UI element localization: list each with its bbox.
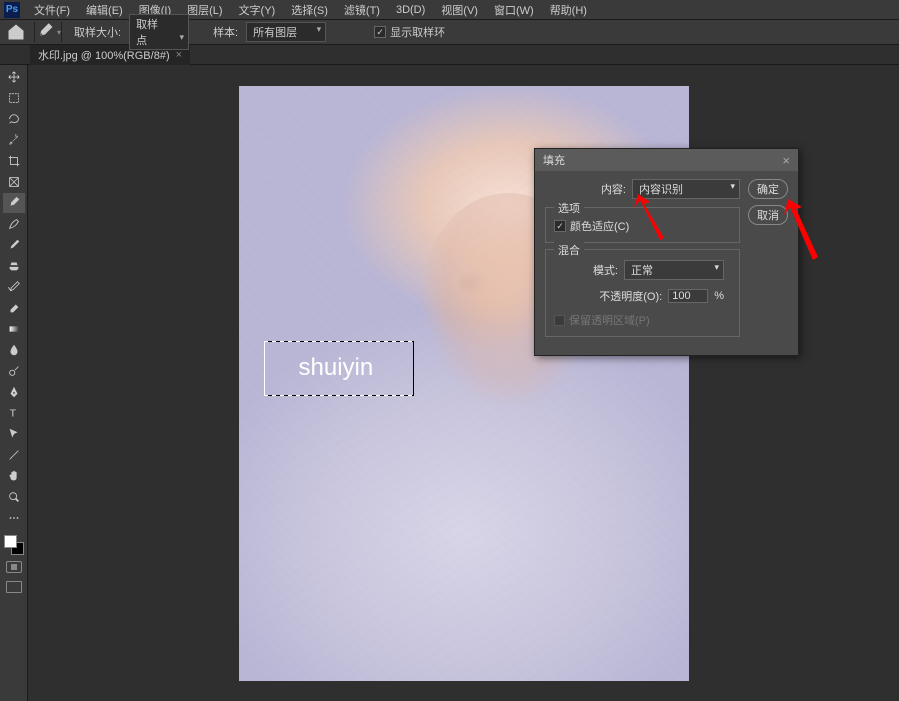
rect-marquee-tool[interactable] [3,88,25,108]
annotation-arrow-ok [778,195,828,265]
eyedropper-tool[interactable] [3,193,25,213]
menu-help[interactable]: 帮助(H) [542,2,595,18]
history-brush-tool[interactable] [3,277,25,297]
opacity-input[interactable] [668,289,708,303]
menu-view[interactable]: 视图(V) [433,2,486,18]
close-tab-icon[interactable]: × [176,49,182,61]
line-tool[interactable] [3,445,25,465]
frame-tool[interactable] [3,172,25,192]
dialog-close-icon[interactable]: × [782,153,790,168]
options-title: 选项 [554,200,584,216]
menu-edit[interactable]: 编辑(E) [78,2,131,18]
blur-tool[interactable] [3,340,25,360]
preserve-trans-checkbox [554,315,565,326]
eyedropper-tool-icon[interactable]: ▾ [34,22,62,42]
pen-tool[interactable] [3,382,25,402]
menu-type[interactable]: 文字(Y) [231,2,284,18]
menu-select[interactable]: 选择(S) [283,2,336,18]
annotation-arrow-dropdown [620,190,670,245]
clone-stamp-tool[interactable] [3,256,25,276]
color-swatch[interactable] [3,535,25,555]
menu-filter[interactable]: 滤镜(T) [336,2,388,18]
mode-dropdown[interactable]: 正常 [624,260,724,280]
screen-mode-icon[interactable] [6,581,22,593]
options-bar: ▾ 取样大小: 取样点 样本: 所有图层 显示取样环 [0,20,899,45]
dialog-titlebar[interactable]: 填充 × [535,149,798,171]
type-tool[interactable]: T [3,403,25,423]
color-adapt-checkbox[interactable] [554,220,566,232]
fill-dialog: 填充 × 确定 取消 内容: 内容识别 选项 颜色适应(C) 混合 模式: 正常 [534,148,799,356]
crop-tool[interactable] [3,151,25,171]
zoom-tool[interactable] [3,487,25,507]
foreground-color-swatch[interactable] [4,535,17,548]
quick-mask-icon[interactable] [6,561,22,573]
menu-window[interactable]: 窗口(W) [486,2,542,18]
healing-brush-tool[interactable] [3,214,25,234]
preserve-trans-label: 保留透明区域(P) [569,312,650,328]
lasso-tool[interactable] [3,109,25,129]
home-icon[interactable] [6,22,26,42]
gradient-tool[interactable] [3,319,25,339]
brush-tool[interactable] [3,235,25,255]
svg-text:T: T [9,408,16,420]
hand-tool[interactable] [3,466,25,486]
sample-label: 样本: [213,24,238,40]
watermark-text: shuiyin [299,354,374,382]
toolbar: T [0,65,28,701]
eraser-tool[interactable] [3,298,25,318]
menu-3d[interactable]: 3D(D) [388,4,433,16]
sample-size-dropdown[interactable]: 取样点 [129,14,189,50]
opacity-unit: % [714,290,724,302]
app-logo: Ps [4,2,20,18]
show-sample-ring-checkbox[interactable] [374,26,386,38]
opacity-label: 不透明度(O): [599,288,662,304]
dodge-tool[interactable] [3,361,25,381]
path-select-tool[interactable] [3,424,25,444]
menu-file[interactable]: 文件(F) [26,2,78,18]
dialog-title-text: 填充 [543,152,565,168]
preserve-transparency-row: 保留透明区域(P) [554,312,731,328]
show-sample-ring-label: 显示取样环 [390,24,445,40]
blend-title: 混合 [554,242,584,258]
move-tool[interactable] [3,67,25,87]
mode-label: 模式: [593,262,618,278]
blend-section: 混合 模式: 正常 不透明度(O): % 保留透明区域(P) [545,249,740,337]
quick-select-tool[interactable] [3,130,25,150]
sample-size-label: 取样大小: [74,24,121,40]
sample-dropdown[interactable]: 所有图层 [246,22,326,42]
edit-toolbar[interactable] [3,508,25,528]
